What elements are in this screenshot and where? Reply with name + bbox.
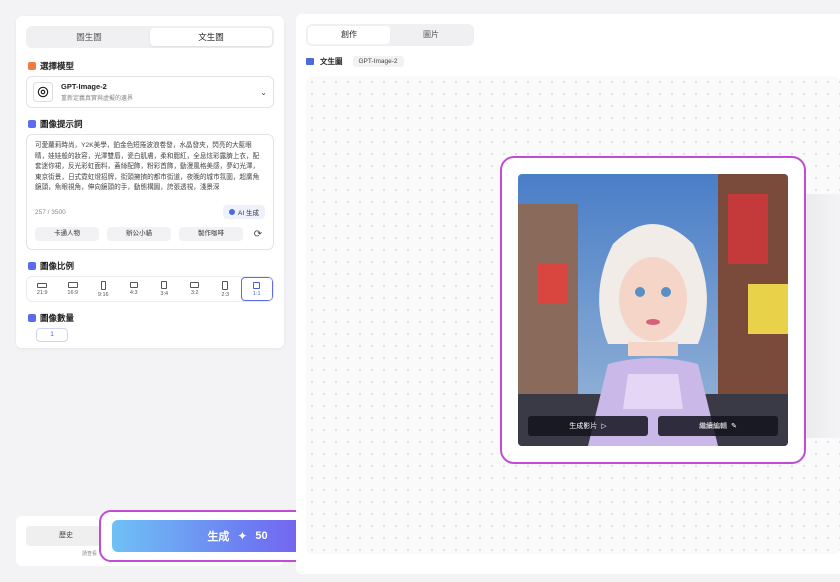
refresh-icon[interactable]: ⟳ [251, 229, 265, 240]
prompt-textarea[interactable]: 可愛蘿莉時尚，Y2K美學，鉑金色短捲波浪卷發，水晶發夾，閃亮的大藍眼睛，娃娃般的… [35, 141, 265, 201]
tab-images[interactable]: 圖片 [390, 26, 472, 44]
history-button[interactable]: 歷史 [26, 526, 106, 546]
ratio-label: 3:4 [160, 291, 169, 297]
view-tabs: 創作 圖片 [306, 24, 474, 46]
ratio-label: 9:16 [97, 291, 109, 298]
prompt-chip[interactable]: 辦公小貓 [107, 227, 171, 241]
sparkle-icon: ✦ [237, 529, 248, 543]
settings-panel: 圖生圖 文生圖 選擇模型 GPT-Image-2 重新定義真實與虛擬的邊界 ⌄ … [16, 16, 284, 348]
generated-image[interactable]: 生成影片 ▷ 繼續編輯 ✎ [518, 174, 788, 446]
ratio-shape-icon [67, 282, 78, 288]
tab-image-to-image[interactable]: 圖生圖 [28, 28, 150, 46]
ratio-shape-icon [129, 282, 138, 288]
ratio-section-label: 圖像比例 [40, 261, 75, 271]
image-count-option[interactable]: 1 [36, 328, 68, 342]
model-icon [28, 62, 36, 70]
model-section-title: 選擇模型 [28, 60, 274, 72]
char-count: 257 / 3500 [35, 208, 66, 216]
ratio-option[interactable]: 3:4 [149, 277, 180, 301]
ratio-label: 3:2 [190, 290, 199, 296]
ratio-icon [28, 262, 36, 270]
generate-label: 生成 [207, 531, 230, 543]
model-section-label: 選擇模型 [40, 61, 75, 71]
tab-text-to-image[interactable]: 文生圖 [150, 28, 272, 46]
mode-tabs: 圖生圖 文生圖 [26, 26, 274, 48]
prompt-chip[interactable]: 製作咖啡 [179, 227, 243, 241]
ai-icon [229, 209, 236, 215]
ratio-shape-icon [253, 281, 261, 289]
ratio-label: 2:3 [221, 291, 230, 298]
ratio-option-selected[interactable]: 1:1 [240, 277, 273, 301]
count-icon [28, 314, 36, 322]
prompt-box: 可愛蘿莉時尚，Y2K美學，鉑金色短捲波浪卷發，水晶發夾，閃亮的大藍眼睛，娃娃般的… [26, 134, 274, 250]
ratio-shape-icon [222, 280, 229, 290]
prompt-section-label: 圖像提示詞 [40, 119, 83, 129]
ratio-option[interactable]: 3:2 [180, 277, 211, 301]
prompt-icon [28, 120, 36, 128]
prompt-chip[interactable]: 卡通人物 [35, 227, 99, 241]
video-icon [306, 58, 314, 65]
ratio-label: 1:1 [252, 290, 261, 297]
result-card-highlight: 生成影片 ▷ 繼續編輯 ✎ [500, 156, 806, 464]
ratio-shape-icon [190, 282, 200, 288]
prompt-section-title: 圖像提示詞 [28, 118, 274, 130]
ai-generate-label: AI 生成 [238, 210, 259, 217]
chevron-down-icon: ⌄ [260, 87, 267, 97]
ratio-shape-icon [37, 282, 48, 288]
continue-edit-label: 繼續編輯 [699, 423, 728, 430]
ai-generate-button[interactable]: AI 生成 [223, 205, 265, 219]
breadcrumb: 文生圖 GPT-Image-2 [306, 56, 404, 67]
ratio-option[interactable]: 2:3 [210, 277, 241, 301]
model-name: GPT-Image-2 [61, 82, 107, 91]
openai-logo-icon [33, 82, 53, 102]
model-tag: GPT-Image-2 [352, 56, 404, 67]
count-section-label: 圖像數量 [40, 313, 75, 323]
ratio-option[interactable]: 16:9 [58, 277, 89, 301]
generate-video-button[interactable]: 生成影片 ▷ [528, 416, 648, 436]
generate-video-label: 生成影片 [569, 423, 598, 430]
crumb-label: 文生圖 [320, 57, 343, 66]
ratio-shape-icon [100, 280, 106, 290]
model-description: 重新定義真實與虛擬的邊界 [61, 96, 134, 102]
ratio-option[interactable]: 21:9 [27, 277, 58, 301]
ratio-shape-icon [161, 281, 168, 289]
ratio-label: 16:9 [67, 290, 79, 296]
ratio-selector: 21:9 16:9 9:16 4:3 3:4 3:2 2:3 1:1 [26, 276, 274, 302]
count-section-title: 圖像數量 [28, 312, 274, 324]
generate-cost: 50 [255, 530, 268, 542]
ratio-option[interactable]: 9:16 [88, 277, 119, 301]
ratio-option[interactable]: 4:3 [119, 277, 150, 301]
bottom-note: 請查看 [82, 551, 98, 557]
continue-edit-button[interactable]: 繼續編輯 ✎ [658, 416, 778, 436]
ratio-label: 4:3 [129, 290, 138, 296]
ratio-section-title: 圖像比例 [28, 260, 274, 272]
model-select[interactable]: GPT-Image-2 重新定義真實與虛擬的邊界 ⌄ [26, 76, 274, 108]
tab-create[interactable]: 創作 [308, 26, 390, 44]
edit-icon: ✎ [731, 423, 737, 430]
play-icon: ▷ [601, 423, 607, 430]
ratio-label: 21:9 [36, 289, 48, 296]
